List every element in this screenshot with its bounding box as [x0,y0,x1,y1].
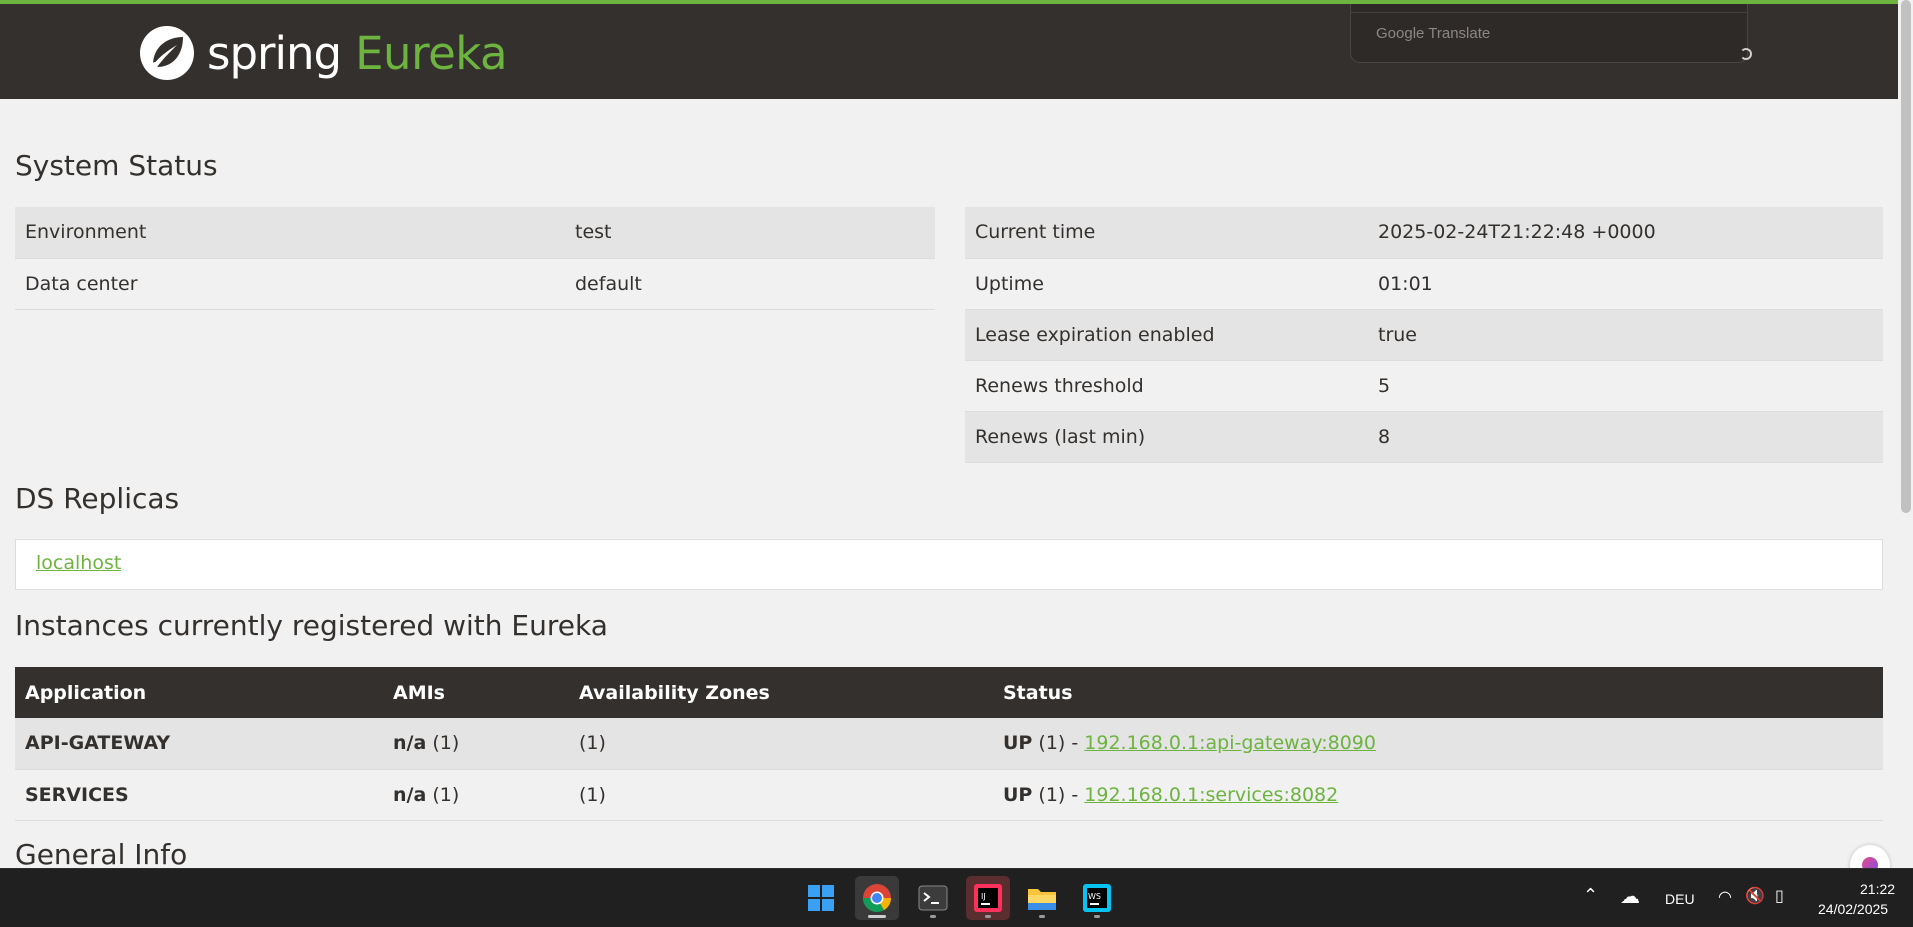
table-row: Renews (last min) 8 [965,411,1883,463]
ami-value: n/a [393,732,427,755]
status-count: (1) - [1038,732,1079,755]
general-info-title: General Info [15,838,188,871]
renews-threshold-value: 5 [1368,360,1883,412]
onedrive-cloud-icon[interactable]: ☁ [1620,884,1640,908]
col-amis: AMIs [383,667,569,718]
renews-last-min-label: Renews (last min) [965,411,1368,463]
env-value: test [565,207,935,259]
table-row: API-GATEWAY n/a (1) (1) UP (1) - 192.168… [15,718,1883,770]
clock-date[interactable]: 24/02/2025 [1818,901,1888,917]
instance-link[interactable]: 192.168.0.1:api-gateway:8090 [1084,732,1376,754]
active-indicator [868,915,886,918]
battery-icon[interactable]: ▯ [1775,886,1784,905]
table-header-row: Application AMIs Availability Zones Stat… [15,667,1883,718]
current-time-label: Current time [965,207,1368,259]
brand-eureka: Eureka [355,26,508,80]
status-count: (1) - [1038,783,1079,806]
wifi-icon[interactable]: ◠ [1718,887,1732,906]
spring-leaf-icon [140,26,194,80]
ami-value: n/a [393,783,427,806]
running-indicator [930,915,936,918]
scrollbar-thumb[interactable] [1901,0,1911,513]
instance-link[interactable]: 192.168.0.1:services:8082 [1084,784,1338,806]
system-status-left-table: Environment test Data center default [15,207,935,310]
ami-cell: n/a (1) [383,769,569,821]
renews-threshold-label: Renews threshold [965,360,1368,412]
lease-expiration-label: Lease expiration enabled [965,309,1368,361]
svg-text:WS: WS [1088,892,1101,901]
google-translate-label: Google Translate [1376,25,1491,42]
windows-taskbar: IJ WS ⌃ ☁ DEU ◠ 🔇 ▯ 21:22 24/02/2025 [0,868,1913,927]
table-row: Current time 2025-02-24T21:22:48 +0000 [965,207,1883,259]
intellij-icon[interactable]: IJ [966,876,1010,920]
instances-title: Instances currently registered with Eure… [15,609,608,642]
col-availability-zones: Availability Zones [569,667,993,718]
uptime-label: Uptime [965,258,1368,310]
top-navbar: spring Eureka Google Translate [0,0,1898,99]
refresh-icon[interactable] [1740,48,1752,60]
renews-last-min-value: 8 [1368,411,1883,463]
table-row: Renews threshold 5 [965,360,1883,412]
table-row: Environment test [15,207,935,259]
status-value: UP [1003,783,1033,806]
volume-muted-icon[interactable]: 🔇 [1745,886,1765,905]
clock-time[interactable]: 21:22 [1860,881,1895,897]
table-row: Data center default [15,258,935,310]
app-name: SERVICES [15,769,383,821]
running-indicator [1094,915,1100,918]
webstorm-icon[interactable]: WS [1075,876,1119,920]
windows-start-icon[interactable] [799,876,843,920]
ds-replicas-title: DS Replicas [15,482,180,515]
status-cell: UP (1) - 192.168.0.1:api-gateway:8090 [993,718,1883,770]
system-status-right-table: Current time 2025-02-24T21:22:48 +0000 U… [965,207,1883,463]
datacenter-value: default [565,258,935,310]
table-row: Uptime 01:01 [965,258,1883,310]
replica-link-localhost[interactable]: localhost [36,552,121,574]
datacenter-label: Data center [15,258,565,310]
system-status-title: System Status [15,149,218,182]
language-indicator[interactable]: DEU [1665,891,1695,907]
zones-cell: (1) [569,718,993,770]
brand-spring: spring [207,26,342,80]
ds-replicas-list: localhost [15,539,1883,590]
table-row: SERVICES n/a (1) (1) UP (1) - 192.168.0.… [15,769,1883,821]
ami-count: (1) [432,783,460,806]
col-status: Status [993,667,1883,718]
svg-text:IJ: IJ [981,892,986,901]
spring-eureka-logo[interactable]: spring Eureka [139,24,508,82]
env-label: Environment [15,207,565,259]
status-value: UP [1003,732,1033,755]
google-translate-popup[interactable]: Google Translate [1350,4,1748,63]
instances-table: Application AMIs Availability Zones Stat… [15,667,1883,821]
chrome-icon[interactable] [855,876,899,920]
status-cell: UP (1) - 192.168.0.1:services:8082 [993,769,1883,821]
current-time-value: 2025-02-24T21:22:48 +0000 [1368,207,1883,259]
file-explorer-icon[interactable] [1020,876,1064,920]
terminal-icon[interactable] [911,876,955,920]
running-indicator [1039,915,1045,918]
uptime-value: 01:01 [1368,258,1883,310]
lease-expiration-value: true [1368,309,1883,361]
table-row: Lease expiration enabled true [965,309,1883,361]
chevron-up-icon[interactable]: ⌃ [1583,885,1598,906]
running-indicator [985,915,991,918]
ami-cell: n/a (1) [383,718,569,770]
col-application: Application [15,667,383,718]
zones-cell: (1) [569,769,993,821]
app-name: API-GATEWAY [15,718,383,770]
popup-divider [1351,12,1747,13]
ami-count: (1) [432,732,460,755]
